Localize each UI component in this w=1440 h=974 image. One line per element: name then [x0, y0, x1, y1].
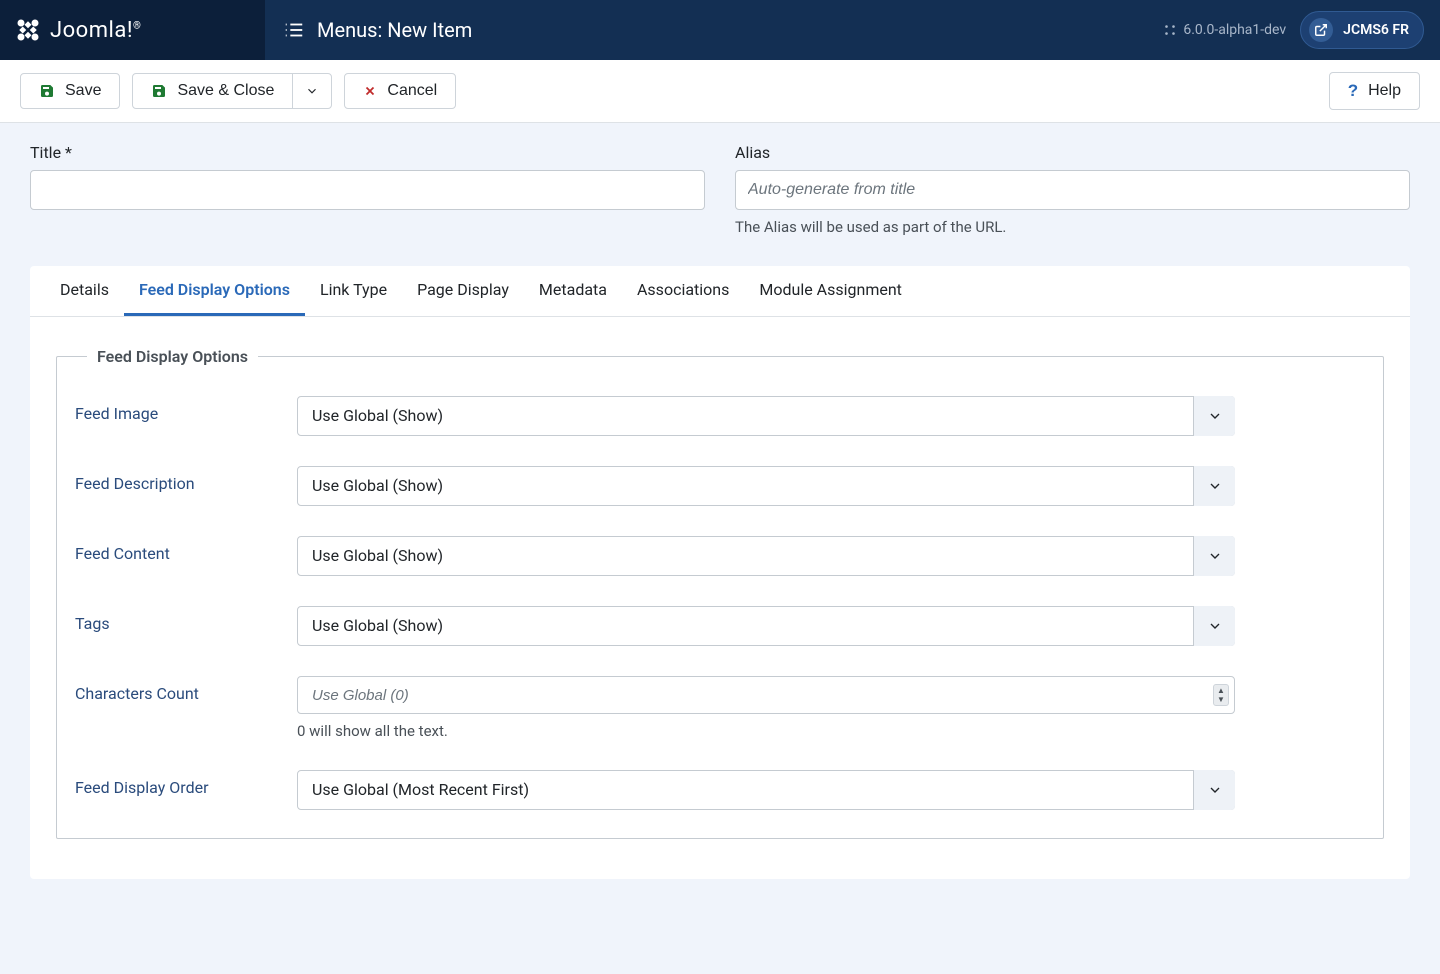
row-tags: Tags Use Global (Show) — [75, 606, 1365, 646]
save-close-dropdown-button[interactable] — [292, 73, 332, 109]
title-label: Title * — [30, 143, 705, 162]
feed-description-label: Feed Description — [75, 466, 297, 493]
tags-label: Tags — [75, 606, 297, 633]
feed-description-select[interactable]: Use Global (Show) — [297, 466, 1235, 506]
feed-display-options-fieldset: Feed Display Options Feed Image Use Glob… — [56, 347, 1384, 839]
title-field-col: Title * — [30, 143, 705, 236]
tab-module-assignment[interactable]: Module Assignment — [744, 266, 917, 316]
tab-feed-display-options[interactable]: Feed Display Options — [124, 266, 305, 316]
save-close-group: Save & Close — [132, 73, 332, 109]
toolbar: Save Save & Close Cancel ? Help — [0, 60, 1440, 123]
feed-display-order-label: Feed Display Order — [75, 770, 297, 797]
alias-input[interactable] — [735, 170, 1410, 210]
title-area: Menus: New Item — [265, 0, 1163, 60]
tabs-card: Details Feed Display Options Link Type P… — [30, 266, 1410, 879]
header-right: 6.0.0-alpha1-dev JCMS6 FR — [1163, 0, 1440, 60]
tab-details[interactable]: Details — [45, 266, 124, 316]
tags-select[interactable]: Use Global (Show) — [297, 606, 1235, 646]
tab-associations[interactable]: Associations — [622, 266, 744, 316]
joomla-logo-icon — [14, 16, 42, 44]
site-preview-button[interactable]: JCMS6 FR — [1300, 11, 1424, 49]
version-info[interactable]: 6.0.0-alpha1-dev — [1163, 22, 1286, 38]
external-link-icon — [1309, 18, 1333, 42]
joomla-small-icon — [1163, 23, 1177, 37]
alias-help: The Alias will be used as part of the UR… — [735, 218, 1410, 236]
title-input[interactable] — [30, 170, 705, 210]
tab-metadata[interactable]: Metadata — [524, 266, 622, 316]
feed-image-label: Feed Image — [75, 396, 297, 423]
form-header: Title * Alias The Alias will be used as … — [0, 123, 1440, 236]
app-header: Joomla!® Menus: New Item 6.0.0-alpha1-de… — [0, 0, 1440, 60]
row-feed-image: Feed Image Use Global (Show) — [75, 396, 1365, 436]
row-characters-count: Characters Count ▲▼ 0 will show all the … — [75, 676, 1365, 740]
fieldset-legend: Feed Display Options — [87, 347, 258, 366]
save-icon — [39, 83, 55, 99]
save-close-button[interactable]: Save & Close — [132, 73, 293, 109]
cancel-button[interactable]: Cancel — [344, 73, 456, 109]
page-title: Menus: New Item — [317, 18, 472, 42]
alias-field-col: Alias The Alias will be used as part of … — [735, 143, 1410, 236]
save-button[interactable]: Save — [20, 73, 120, 109]
alias-label: Alias — [735, 143, 1410, 162]
brand-text: Joomla!® — [50, 18, 141, 43]
tab-page-display[interactable]: Page Display — [402, 266, 524, 316]
row-feed-content: Feed Content Use Global (Show) — [75, 536, 1365, 576]
chevron-down-icon — [305, 84, 319, 98]
close-icon — [363, 84, 377, 98]
feed-content-select[interactable]: Use Global (Show) — [297, 536, 1235, 576]
characters-count-label: Characters Count — [75, 676, 297, 703]
feed-image-select[interactable]: Use Global (Show) — [297, 396, 1235, 436]
number-spinner-icon[interactable]: ▲▼ — [1213, 684, 1229, 706]
characters-count-help: 0 will show all the text. — [297, 722, 1235, 740]
row-feed-description: Feed Description Use Global (Show) — [75, 466, 1365, 506]
list-icon — [283, 19, 305, 41]
feed-display-order-select[interactable]: Use Global (Most Recent First) — [297, 770, 1235, 810]
help-button[interactable]: ? Help — [1329, 72, 1420, 110]
tab-link-type[interactable]: Link Type — [305, 266, 402, 316]
save-icon — [151, 83, 167, 99]
help-icon: ? — [1348, 81, 1358, 101]
tab-bar: Details Feed Display Options Link Type P… — [30, 266, 1410, 317]
feed-content-label: Feed Content — [75, 536, 297, 563]
row-feed-display-order: Feed Display Order Use Global (Most Rece… — [75, 770, 1365, 810]
characters-count-input[interactable] — [297, 676, 1235, 714]
brand-area[interactable]: Joomla!® — [0, 0, 265, 60]
